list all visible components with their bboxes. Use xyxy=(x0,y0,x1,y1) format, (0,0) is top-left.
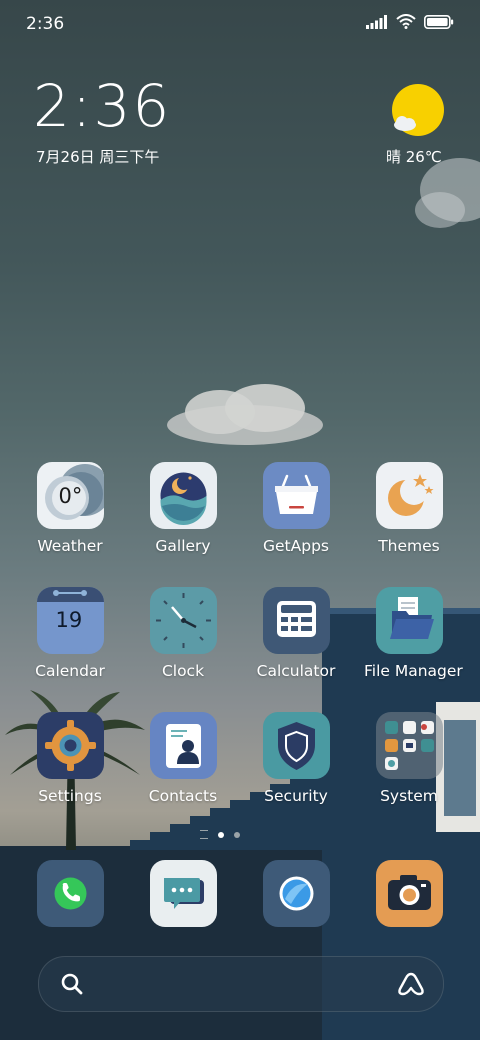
calendar-icon: 19 xyxy=(36,587,104,654)
app-gallery[interactable]: Gallery xyxy=(138,462,228,555)
app-label: Security xyxy=(264,787,328,805)
app-label: System xyxy=(380,787,438,805)
all-apps-indicator[interactable] xyxy=(200,830,208,839)
app-label: GetApps xyxy=(263,537,329,555)
calculator-icon xyxy=(262,587,330,654)
page-indicator[interactable] xyxy=(200,830,240,839)
app-label: Themes xyxy=(378,537,440,555)
widget-clock[interactable]: 2:36 xyxy=(33,72,171,140)
widget-date[interactable]: 7月26日 周三下午 xyxy=(36,146,159,167)
messages-icon xyxy=(164,878,204,909)
contacts-icon xyxy=(149,712,217,779)
status-bar-time: 2:36 xyxy=(26,14,65,34)
app-label: Weather xyxy=(37,537,103,555)
weather-icon: 0° xyxy=(36,462,104,529)
app-contacts[interactable]: Contacts xyxy=(138,712,228,805)
dock-browser[interactable] xyxy=(263,860,330,927)
system-folder-icon xyxy=(375,712,443,779)
page-dot-active[interactable] xyxy=(218,831,224,838)
calendar-day: 19 xyxy=(55,608,83,632)
phone-icon xyxy=(54,877,87,910)
app-clock[interactable]: Clock xyxy=(138,587,228,680)
themes-icon xyxy=(375,462,443,529)
security-icon xyxy=(262,712,330,779)
file-manager-icon xyxy=(375,587,443,654)
search-icon[interactable] xyxy=(61,973,83,995)
settings-icon xyxy=(36,712,104,779)
wifi-icon xyxy=(396,14,416,29)
app-label: Contacts xyxy=(148,787,218,805)
gallery-icon xyxy=(149,462,217,529)
assistant-icon[interactable] xyxy=(397,972,425,996)
dock-phone[interactable] xyxy=(37,860,104,927)
app-security[interactable]: Security xyxy=(251,712,341,805)
folder-system[interactable]: System xyxy=(364,712,454,805)
app-file-manager[interactable]: File Manager xyxy=(364,587,463,680)
page-dot[interactable] xyxy=(234,831,240,838)
app-label: Gallery xyxy=(155,537,211,555)
app-label: Clock xyxy=(161,662,205,680)
getapps-icon xyxy=(262,462,330,529)
weather-icon-temp: 0° xyxy=(58,484,83,508)
browser-icon xyxy=(279,876,314,911)
dock-camera[interactable] xyxy=(376,860,443,927)
clock-icon xyxy=(149,587,217,654)
app-label: Settings xyxy=(38,787,102,805)
camera-icon xyxy=(388,875,431,910)
widget-weather[interactable]: 晴 26℃ xyxy=(386,146,442,167)
status-icons xyxy=(366,14,454,29)
battery-icon xyxy=(424,14,454,29)
app-calendar[interactable]: 19 Calendar xyxy=(25,587,115,680)
app-weather[interactable]: 0° Weather xyxy=(25,462,115,555)
signal-icon xyxy=(366,14,387,29)
cloud-decoration xyxy=(167,384,323,445)
cloud-icon xyxy=(394,116,416,131)
app-themes[interactable]: Themes xyxy=(364,462,454,555)
search-bar[interactable] xyxy=(38,956,444,1012)
dock-messages[interactable] xyxy=(150,860,217,927)
app-label: Calendar xyxy=(35,662,105,680)
app-getapps[interactable]: GetApps xyxy=(251,462,341,555)
app-label: Calculator xyxy=(256,662,336,680)
app-settings[interactable]: Settings xyxy=(25,712,115,805)
app-label: File Manager xyxy=(364,662,463,680)
app-calculator[interactable]: Calculator xyxy=(251,587,341,680)
